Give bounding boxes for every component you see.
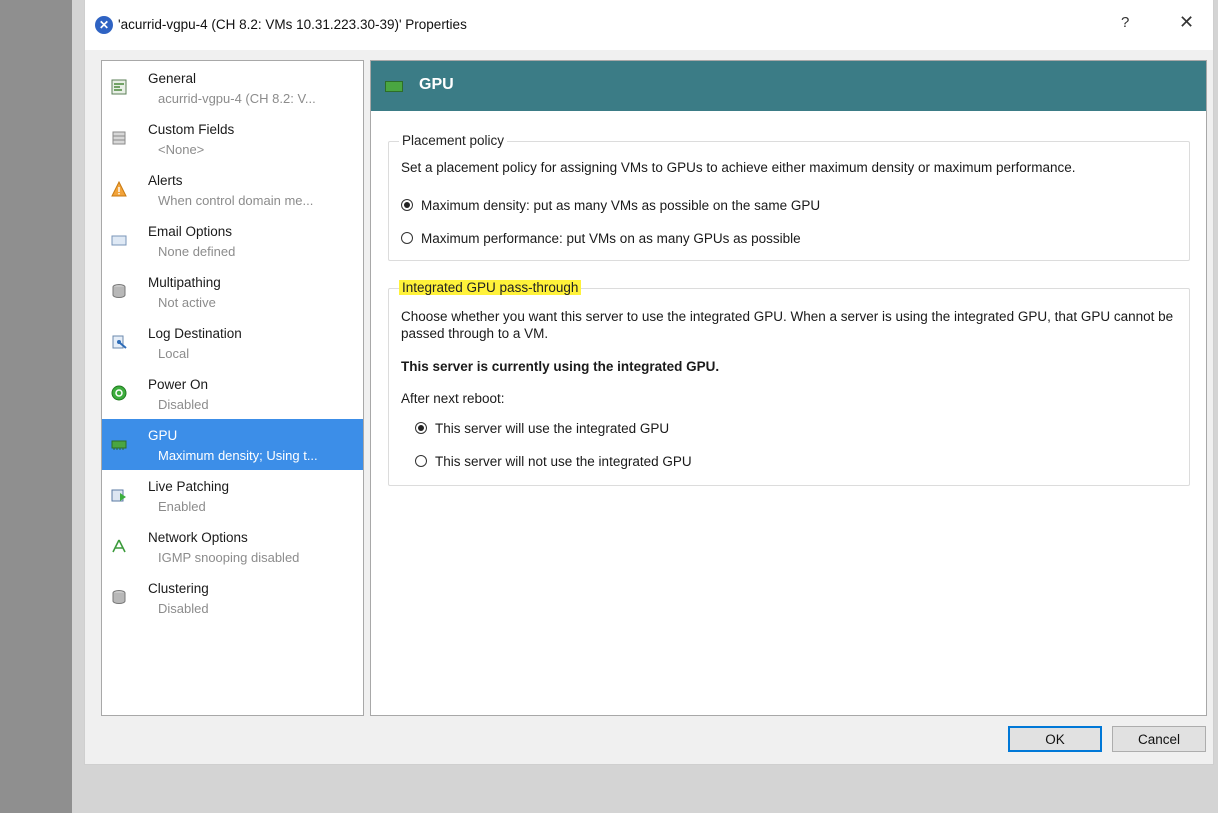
- radio-maximum-performance[interactable]: Maximum performance: put VMs on as many …: [401, 229, 801, 247]
- radio-label: This server will use the integrated GPU: [435, 420, 670, 436]
- ok-button[interactable]: OK: [1008, 726, 1102, 752]
- nav-title: Alerts: [148, 173, 183, 188]
- radio-label: Maximum density: put as many VMs as poss…: [421, 197, 821, 213]
- power-icon: [111, 385, 127, 401]
- nav-item-custom-fields[interactable]: Custom Fields <None>: [102, 113, 363, 164]
- gpu-icon: [385, 81, 403, 92]
- nav-item-live-patching[interactable]: Live Patching Enabled: [102, 470, 363, 521]
- integrated-gpu-group: Integrated GPU pass-through Choose wheth…: [388, 280, 1190, 486]
- radio-not-use-integrated-gpu[interactable]: This server will not use the integrated …: [415, 452, 692, 470]
- radio-button-selected[interactable]: [415, 422, 427, 434]
- gpu-icon: [111, 440, 127, 450]
- nav-subtitle: Enabled: [158, 499, 206, 514]
- nav-item-log-destination[interactable]: Log Destination Local: [102, 317, 363, 368]
- nav-subtitle: Local: [158, 346, 190, 361]
- radio-button[interactable]: [415, 455, 427, 467]
- cancel-button[interactable]: Cancel: [1112, 726, 1206, 752]
- nav-item-clustering[interactable]: Clustering Disabled: [102, 572, 363, 623]
- nav-item-power-on[interactable]: Power On Disabled: [102, 368, 363, 419]
- gpu-settings-panel: GPU Placement policy Set a placement pol…: [370, 60, 1207, 716]
- radio-label: This server will not use the integrated …: [435, 453, 692, 469]
- title-bar[interactable]: ✕ 'acurrid-vgpu-4 (CH 8.2: VMs 10.31.223…: [85, 0, 1213, 50]
- email-icon: [111, 235, 127, 246]
- nav-title: Multipathing: [148, 275, 221, 290]
- nav-subtitle: Disabled: [158, 397, 209, 412]
- radio-maximum-density[interactable]: Maximum density: put as many VMs as poss…: [401, 196, 820, 214]
- nav-subtitle: None defined: [158, 244, 236, 259]
- nav-subtitle: Disabled: [158, 601, 209, 616]
- nav-item-network-options[interactable]: Network Options IGMP snooping disabled: [102, 521, 363, 572]
- placement-policy-group: Placement policy Set a placement policy …: [388, 133, 1190, 261]
- nav-title: Custom Fields: [148, 122, 235, 137]
- settings-nav-list: General acurrid-vgpu-4 (CH 8.2: V... Cus…: [101, 60, 364, 716]
- nav-subtitle: acurrid-vgpu-4 (CH 8.2: V...: [158, 91, 316, 106]
- nav-item-email-options[interactable]: Email Options None defined: [102, 215, 363, 266]
- radio-label: Maximum performance: put VMs on as many …: [421, 230, 801, 246]
- nav-subtitle: Maximum density; Using t...: [158, 448, 318, 463]
- custom-fields-icon: [112, 131, 126, 145]
- app-icon: ✕: [95, 16, 113, 34]
- integrated-gpu-status: This server is currently using the integ…: [401, 359, 720, 374]
- integrated-gpu-description: Choose whether you want this server to u…: [401, 309, 1174, 341]
- radio-button[interactable]: [401, 232, 413, 244]
- help-button[interactable]: ?: [1121, 14, 1129, 31]
- nav-subtitle: When control domain me...: [158, 193, 314, 208]
- disk-icon: [112, 284, 126, 299]
- patch-icon: [111, 489, 126, 502]
- close-button[interactable]: ✕: [1179, 12, 1194, 33]
- nav-title: GPU: [148, 428, 178, 443]
- nav-title: Power On: [148, 377, 209, 392]
- background-strip: [0, 0, 72, 813]
- after-reboot-label: After next reboot:: [401, 391, 505, 406]
- cluster-icon: [112, 590, 126, 605]
- nav-title: Live Patching: [148, 479, 230, 494]
- network-icon: [112, 539, 126, 553]
- nav-subtitle: IGMP snooping disabled: [158, 550, 300, 565]
- window-title: 'acurrid-vgpu-4 (CH 8.2: VMs 10.31.223.3…: [118, 17, 467, 32]
- log-icon: [112, 335, 127, 349]
- radio-button-selected[interactable]: [401, 199, 413, 211]
- panel-title: GPU: [419, 76, 454, 93]
- integrated-gpu-legend: Integrated GPU pass-through: [399, 280, 582, 295]
- placement-policy-legend: Placement policy: [399, 133, 508, 148]
- nav-title: Network Options: [148, 530, 248, 545]
- nav-item-general[interactable]: General acurrid-vgpu-4 (CH 8.2: V...: [102, 62, 363, 113]
- radio-use-integrated-gpu[interactable]: This server will use the integrated GPU: [415, 419, 669, 437]
- alert-icon: [111, 181, 127, 197]
- nav-title: General: [148, 71, 197, 86]
- general-icon: [111, 79, 127, 95]
- nav-item-alerts[interactable]: Alerts When control domain me...: [102, 164, 363, 215]
- nav-title: Email Options: [148, 224, 233, 239]
- nav-subtitle: Not active: [158, 295, 216, 310]
- panel-header: GPU: [371, 61, 1206, 111]
- nav-item-multipathing[interactable]: Multipathing Not active: [102, 266, 363, 317]
- nav-title: Clustering: [148, 581, 209, 596]
- nav-title: Log Destination: [148, 326, 242, 341]
- nav-subtitle: <None>: [158, 142, 205, 157]
- properties-dialog: ✕ 'acurrid-vgpu-4 (CH 8.2: VMs 10.31.223…: [84, 0, 1214, 765]
- placement-policy-description: Set a placement policy for assigning VMs…: [401, 160, 1076, 175]
- nav-item-gpu[interactable]: GPU Maximum density; Using t...: [102, 419, 363, 470]
